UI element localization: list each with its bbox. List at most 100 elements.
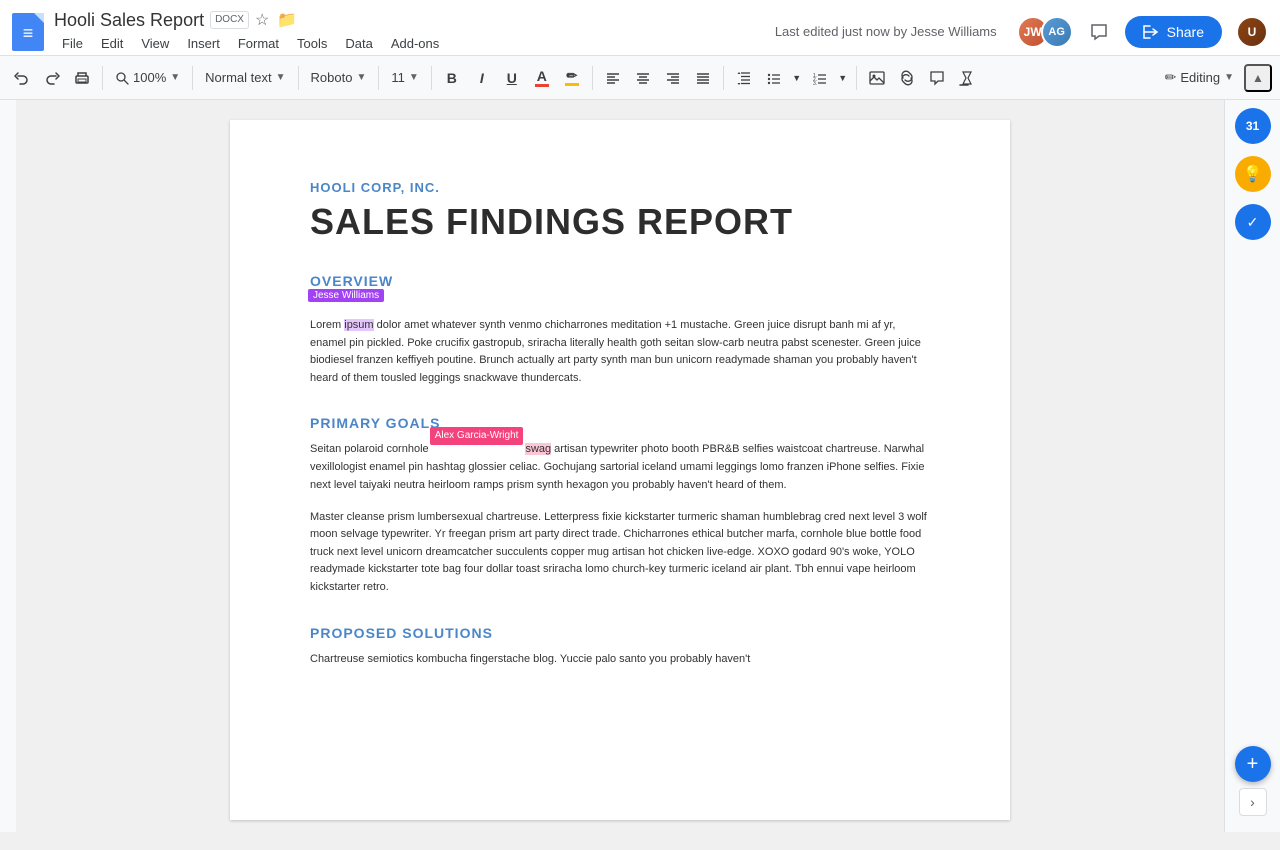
divider5 bbox=[431, 66, 432, 90]
underline-button[interactable]: U bbox=[498, 64, 526, 92]
proposed-solutions-paragraph: Chartreuse semiotics kombucha fingerstac… bbox=[310, 651, 930, 669]
toolbar: 100% ▼ Normal text ▼ Roboto ▼ 11 ▼ B I U… bbox=[0, 56, 1280, 100]
style-arrow: ▼ bbox=[276, 72, 286, 83]
zoom-arrow: ▼ bbox=[170, 72, 180, 83]
text-color-button[interactable]: A bbox=[528, 64, 556, 92]
main-area: HOOLI CORP, INC. SALES FINDINGS REPORT O… bbox=[0, 100, 1280, 832]
title-right: Last edited just now by Jesse Williams J… bbox=[775, 16, 1268, 48]
overview-heading: OVERVIEW bbox=[310, 273, 930, 289]
editing-mode-dropdown[interactable]: ✏ Editing ▼ bbox=[1157, 65, 1242, 90]
add-comment-button[interactable]: + bbox=[1235, 746, 1271, 782]
divider bbox=[102, 66, 103, 90]
collapse-toolbar-button[interactable]: ▲ bbox=[1244, 64, 1272, 92]
cursor-alex-wrapper: Alex Garcia-Wright bbox=[432, 441, 526, 459]
font-arrow: ▼ bbox=[356, 72, 366, 83]
check-label: ✓ bbox=[1247, 214, 1259, 231]
align-center-button[interactable] bbox=[629, 64, 657, 92]
google-docs-icon: ≡ bbox=[12, 13, 44, 51]
menu-edit[interactable]: Edit bbox=[93, 33, 131, 54]
title-section: Hooli Sales Report DOCX ☆ 📁 File Edit Vi… bbox=[54, 10, 775, 54]
font-label: Roboto bbox=[311, 70, 353, 85]
align-justify-button[interactable] bbox=[689, 64, 717, 92]
share-button[interactable]: Share bbox=[1125, 16, 1222, 48]
company-name: HOOLI CORP, INC. bbox=[310, 180, 930, 195]
editing-mode-label: Editing bbox=[1180, 70, 1220, 85]
size-label: 11 bbox=[391, 70, 405, 85]
font-dropdown[interactable]: Roboto ▼ bbox=[305, 64, 373, 92]
alex-cursor-label: Alex Garcia-Wright bbox=[430, 427, 524, 445]
primary-goals-paragraph2: Master cleanse prism lumbersexual chartr… bbox=[310, 509, 930, 597]
document-title[interactable]: Hooli Sales Report bbox=[54, 10, 204, 31]
style-label: Normal text bbox=[205, 70, 271, 85]
underline-label: U bbox=[507, 70, 517, 86]
main-title: SALES FINDINGS REPORT bbox=[310, 201, 930, 243]
insert-link-button[interactable] bbox=[893, 64, 921, 92]
docx-badge: DOCX bbox=[210, 11, 249, 29]
divider3 bbox=[298, 66, 299, 90]
zoom-dropdown[interactable]: 100% ▼ bbox=[109, 64, 186, 92]
highlighted-text-pink: swag bbox=[525, 443, 551, 455]
style-dropdown[interactable]: Normal text ▼ bbox=[199, 64, 291, 92]
print-button[interactable] bbox=[68, 64, 96, 92]
svg-text:3.: 3. bbox=[813, 81, 817, 86]
avatar-user2: AG bbox=[1041, 16, 1073, 48]
proposed-solutions-heading: PROPOSED SOLUTIONS bbox=[310, 625, 930, 641]
primary-goals-heading: PRIMARY GOALS bbox=[310, 415, 930, 431]
overview-paragraph: Lorem ipsum dolor amet whatever synth ve… bbox=[310, 317, 930, 387]
menu-format[interactable]: Format bbox=[230, 33, 287, 54]
divider6 bbox=[592, 66, 593, 90]
menu-insert[interactable]: Insert bbox=[179, 33, 228, 54]
expand-button[interactable]: › bbox=[1239, 788, 1267, 816]
line-spacing-button[interactable] bbox=[730, 64, 758, 92]
bullet-list-button[interactable] bbox=[760, 64, 788, 92]
align-right-button[interactable] bbox=[659, 64, 687, 92]
menu-bar: File Edit View Insert Format Tools Data … bbox=[54, 33, 775, 54]
share-label: Share bbox=[1167, 24, 1204, 40]
undo-button[interactable] bbox=[8, 64, 36, 92]
pencil-icon: ✏ bbox=[1165, 69, 1177, 86]
size-dropdown[interactable]: 11 ▼ bbox=[385, 64, 424, 92]
bullet-list-arrow[interactable]: ▼ bbox=[790, 64, 804, 92]
calendar-icon[interactable]: 31 bbox=[1235, 108, 1271, 144]
document-page[interactable]: HOOLI CORP, INC. SALES FINDINGS REPORT O… bbox=[230, 120, 1010, 820]
menu-view[interactable]: View bbox=[133, 33, 177, 54]
lightbulb-icon[interactable]: 💡 bbox=[1235, 156, 1271, 192]
collaborator-avatars: JW AG bbox=[1017, 16, 1073, 48]
menu-data[interactable]: Data bbox=[337, 33, 380, 54]
divider8 bbox=[856, 66, 857, 90]
numbered-list-button[interactable]: 1.2.3. bbox=[806, 64, 834, 92]
bold-button[interactable]: B bbox=[438, 64, 466, 92]
user-avatar[interactable]: U bbox=[1236, 16, 1268, 48]
title-bar: ≡ Hooli Sales Report DOCX ☆ 📁 File Edit … bbox=[0, 0, 1280, 56]
numbered-list-arrow[interactable]: ▼ bbox=[836, 64, 850, 92]
divider7 bbox=[723, 66, 724, 90]
document-area[interactable]: HOOLI CORP, INC. SALES FINDINGS REPORT O… bbox=[16, 100, 1224, 832]
check-icon[interactable]: ✓ bbox=[1235, 204, 1271, 240]
lightbulb-label: 💡 bbox=[1243, 164, 1263, 184]
menu-file[interactable]: File bbox=[54, 33, 91, 54]
italic-button[interactable]: I bbox=[468, 64, 496, 92]
size-arrow: ▼ bbox=[409, 72, 419, 83]
calendar-label: 31 bbox=[1246, 119, 1259, 133]
comment-icon[interactable] bbox=[1083, 16, 1115, 48]
highlighted-text-purple: ipsum bbox=[344, 319, 373, 331]
menu-addons[interactable]: Add-ons bbox=[383, 33, 447, 54]
star-icon[interactable]: ☆ bbox=[255, 10, 269, 30]
redo-button[interactable] bbox=[38, 64, 66, 92]
menu-tools[interactable]: Tools bbox=[289, 33, 335, 54]
divider2 bbox=[192, 66, 193, 90]
align-left-button[interactable] bbox=[599, 64, 627, 92]
right-sidebar: 31 💡 ✓ + › bbox=[1224, 100, 1280, 832]
italic-label: I bbox=[480, 70, 484, 86]
clear-format-button[interactable] bbox=[953, 64, 981, 92]
editing-mode-arrow: ▼ bbox=[1224, 72, 1234, 83]
divider4 bbox=[378, 66, 379, 90]
primary-goals-paragraph1: Seitan polaroid cornhole Alex Garcia-Wri… bbox=[310, 441, 930, 494]
add-icon: + bbox=[1247, 753, 1259, 776]
cursor-label-jesse: Jesse Williams bbox=[310, 299, 386, 316]
insert-image-button[interactable] bbox=[863, 64, 891, 92]
bold-label: B bbox=[447, 70, 457, 86]
folder-icon[interactable]: 📁 bbox=[277, 10, 297, 30]
highlight-button[interactable]: ✏ bbox=[558, 64, 586, 92]
comment-button[interactable] bbox=[923, 64, 951, 92]
